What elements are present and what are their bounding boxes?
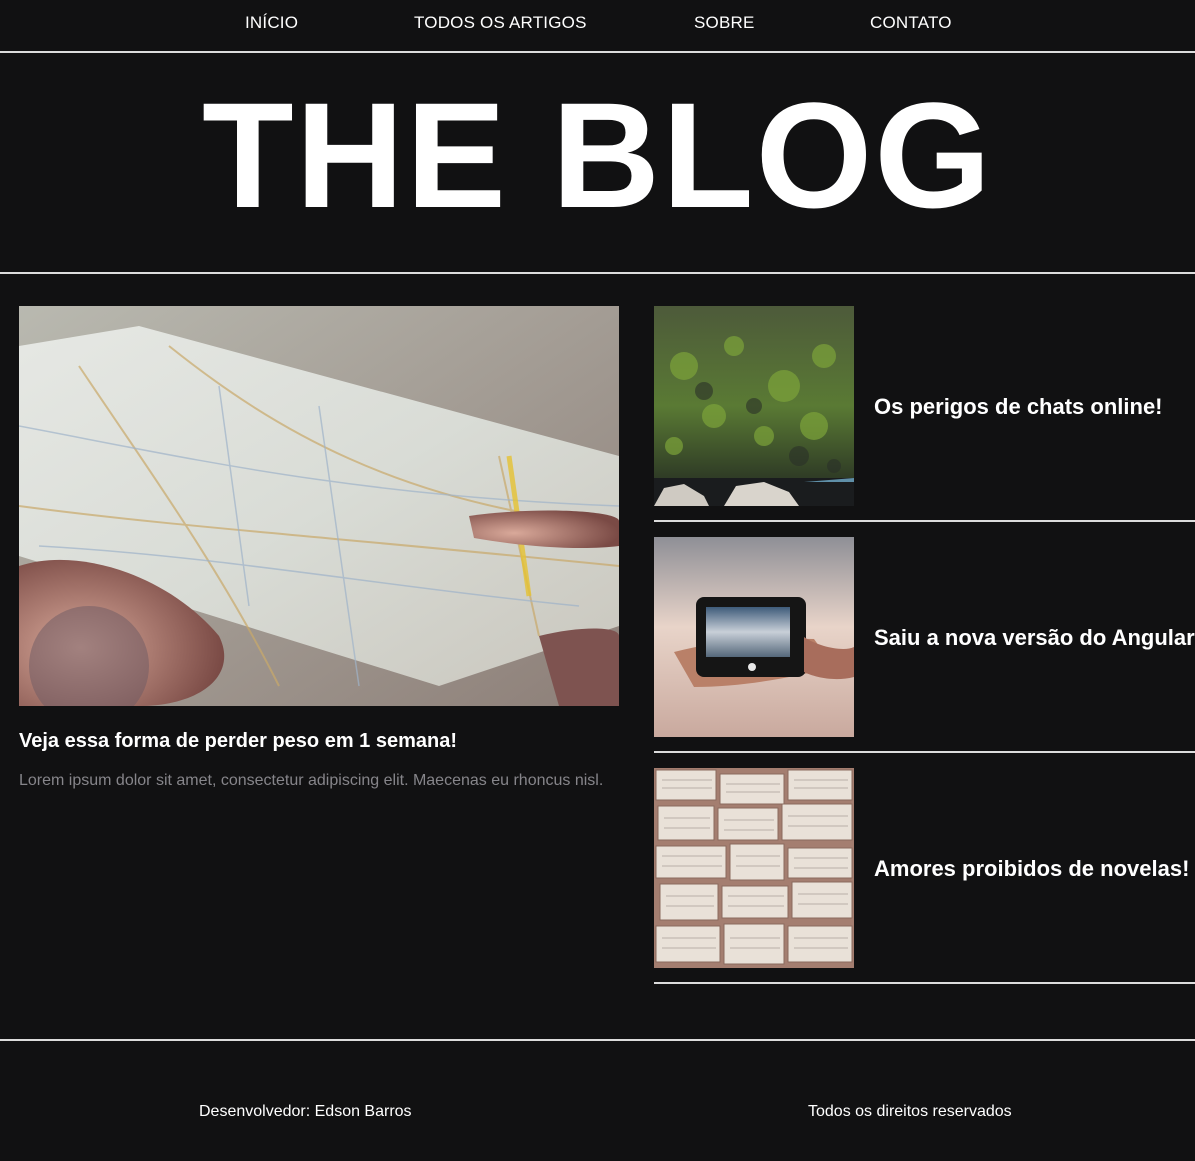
top-navigation: INÍCIO TODOS OS ARTIGOS SOBRE CONTATO: [0, 0, 1195, 53]
nav-link-inicio[interactable]: INÍCIO: [245, 13, 298, 33]
nav-link-todos-os-artigos[interactable]: TODOS OS ARTIGOS: [414, 13, 587, 33]
side-post-image[interactable]: [654, 306, 854, 506]
featured-post-title[interactable]: Veja essa forma de perder peso em 1 sema…: [19, 730, 457, 753]
page-footer: Desenvolvedor: Edson Barros Todos os dir…: [0, 1039, 1195, 1161]
nav-link-contato[interactable]: CONTATO: [870, 13, 952, 33]
side-post-title[interactable]: Saiu a nova versão do Angular: [874, 625, 1195, 651]
side-post-card: Amores proibidos de novelas!: [654, 768, 1195, 984]
featured-post-excerpt: Lorem ipsum dolor sit amet, consectetur …: [19, 772, 604, 789]
side-post-title[interactable]: Amores proibidos de novelas!: [874, 856, 1189, 882]
mossy-rock-photo: [654, 306, 854, 506]
side-post-card: Os perigos de chats online!: [654, 306, 1195, 522]
side-post-title[interactable]: Os perigos de chats online!: [874, 394, 1163, 420]
side-post-image[interactable]: [654, 768, 854, 968]
side-post-image[interactable]: [654, 537, 854, 737]
blog-title: THE BLOG: [202, 71, 993, 239]
nav-link-sobre[interactable]: SOBRE: [694, 13, 755, 33]
open-books-photo: [654, 768, 854, 968]
map-photo: [19, 306, 619, 706]
featured-post-image[interactable]: [19, 306, 619, 706]
footer-developer-credit: Desenvolvedor: Edson Barros: [199, 1103, 412, 1120]
phone-in-hand-photo: [654, 537, 854, 737]
blog-header: THE BLOG: [0, 55, 1195, 274]
footer-copyright: Todos os direitos reservados: [808, 1103, 1012, 1120]
side-post-card: Saiu a nova versão do Angular: [654, 537, 1195, 753]
